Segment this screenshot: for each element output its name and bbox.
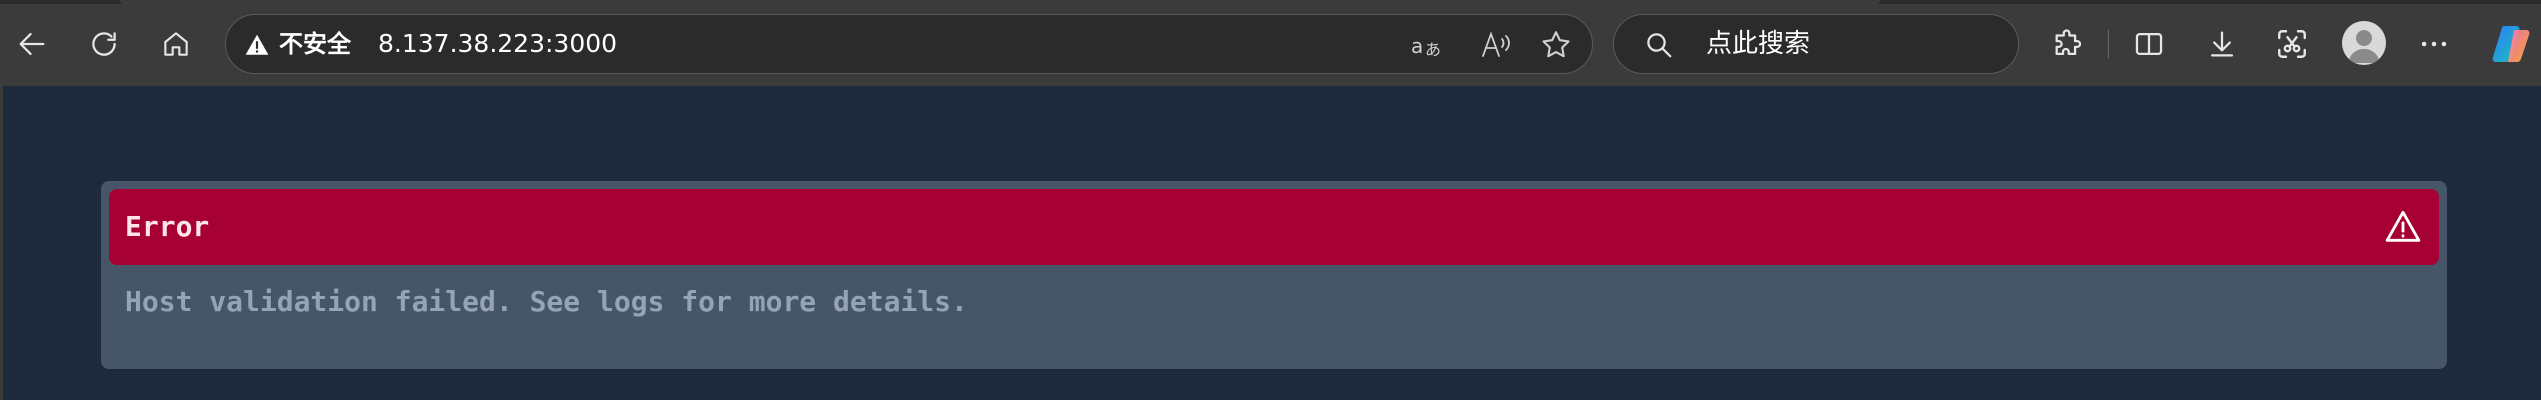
translate-button[interactable]: a あ <box>1409 27 1445 63</box>
svg-text:a: a <box>1411 34 1423 58</box>
home-button[interactable] <box>150 18 202 70</box>
home-icon <box>164 32 188 56</box>
error-title: Error <box>125 210 210 243</box>
url-text[interactable]: 8.137.38.223:3000 <box>378 28 617 60</box>
translate-icon: a あ <box>1411 34 1441 59</box>
window-edge <box>0 86 3 400</box>
screenshot-icon <box>2278 30 2306 58</box>
downloads-button[interactable] <box>2196 18 2248 70</box>
search-box[interactable]: 点此搜索 <box>1613 14 2019 74</box>
search-placeholder[interactable]: 点此搜索 <box>1706 28 1810 60</box>
download-icon <box>2210 31 2234 57</box>
browser-toolbar: 不安全 8.137.38.223:3000 a あ 点此搜索 <box>0 0 2541 86</box>
error-header: Error <box>109 189 2439 265</box>
back-button[interactable] <box>6 18 58 70</box>
security-status-label[interactable]: 不安全 <box>279 28 351 60</box>
read-aloud-icon <box>1482 31 1510 57</box>
avatar[interactable] <box>2342 21 2386 65</box>
star-icon <box>1542 31 1570 58</box>
active-tab-edge[interactable] <box>120 0 1880 4</box>
puzzle-icon <box>2055 29 2082 56</box>
profile-icon <box>2348 30 2380 63</box>
copilot-icon[interactable] <box>2490 22 2534 66</box>
error-message: Host validation failed. See logs for mor… <box>125 285 968 318</box>
extensions-button[interactable] <box>2042 18 2094 70</box>
back-arrow-icon <box>19 32 45 56</box>
screenshot-button[interactable] <box>2266 18 2318 70</box>
split-screen-button[interactable] <box>2123 18 2175 70</box>
favorite-button[interactable] <box>1538 27 1574 63</box>
error-card: Error Host validation failed. See logs f… <box>101 181 2447 369</box>
more-button[interactable] <box>2408 18 2460 70</box>
refresh-button[interactable] <box>78 18 130 70</box>
split-screen-icon <box>2135 32 2163 56</box>
warning-triangle-icon <box>2385 210 2421 242</box>
warning-triangle-icon[interactable] <box>244 32 270 58</box>
address-bar[interactable]: 不安全 8.137.38.223:3000 a あ <box>225 14 1593 74</box>
svg-text:あ: あ <box>1425 40 1441 59</box>
toolbar-divider <box>2108 30 2109 58</box>
tab-strip <box>0 0 2541 4</box>
ellipsis-icon <box>2421 41 2447 47</box>
refresh-icon <box>92 32 116 56</box>
search-icon <box>1647 33 1672 58</box>
read-aloud-button[interactable] <box>1478 27 1514 63</box>
